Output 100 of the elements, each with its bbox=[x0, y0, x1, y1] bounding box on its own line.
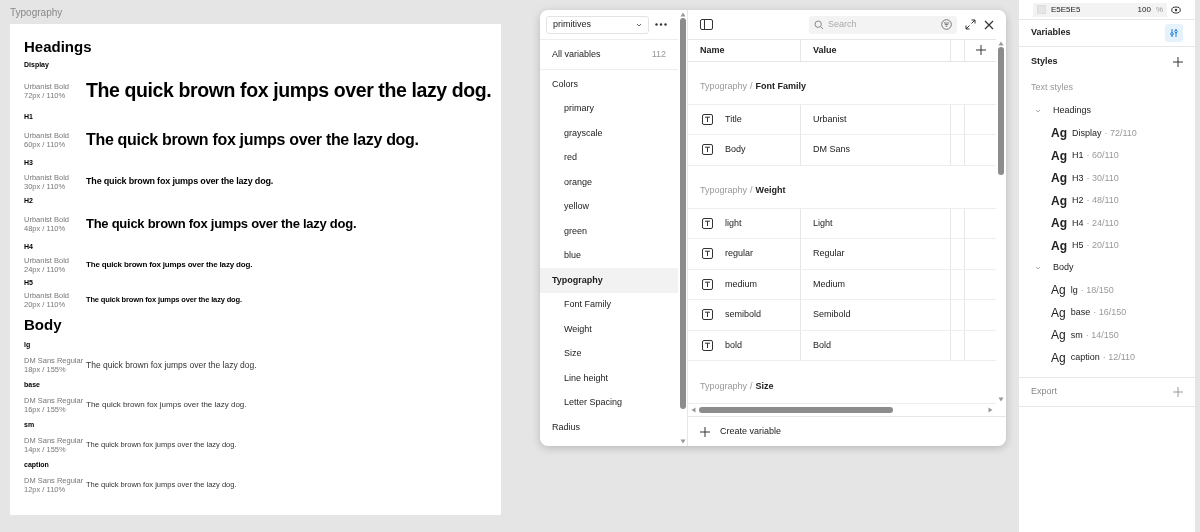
variable-value[interactable]: Regular bbox=[801, 239, 951, 269]
sample-text: The quick brown fox jumps over the lazy dog. bbox=[86, 130, 419, 150]
variable-name[interactable]: medium bbox=[725, 277, 757, 291]
subgroup-item[interactable]: Letter Spacing bbox=[540, 390, 678, 415]
text-style-item[interactable]: Ag base · 16/150 bbox=[1019, 301, 1195, 324]
section-title: Variables bbox=[1031, 26, 1071, 40]
style-spec: · 20/110 bbox=[1086, 239, 1119, 252]
subgroup-item[interactable]: yellow bbox=[540, 194, 678, 219]
add-column-icon[interactable] bbox=[975, 45, 986, 56]
subgroup-item[interactable]: blue bbox=[540, 243, 678, 268]
subgroup-item[interactable]: red bbox=[540, 145, 678, 170]
eye-icon[interactable] bbox=[1171, 5, 1181, 14]
text-variable-icon bbox=[702, 309, 713, 321]
scroll-down-icon[interactable] bbox=[998, 397, 1004, 402]
subgroup-item[interactable]: green bbox=[540, 219, 678, 244]
scrollbar-thumb[interactable] bbox=[679, 18, 686, 409]
variable-name[interactable]: semibold bbox=[725, 308, 762, 322]
style-spec: · 18/150 bbox=[1080, 283, 1114, 297]
subgroup-item[interactable]: primary bbox=[540, 96, 678, 121]
fill-field[interactable]: E5E5E5 100 % bbox=[1033, 2, 1167, 17]
search-field[interactable]: Search bbox=[809, 15, 957, 34]
text-style-item[interactable]: Ag H1 · 60/110 bbox=[1019, 144, 1195, 167]
section-title: Export bbox=[1031, 385, 1057, 399]
variable-name[interactable]: Title bbox=[725, 112, 742, 126]
text-style-item[interactable]: Ag H4 · 24/110 bbox=[1019, 212, 1195, 235]
variable-name[interactable]: Body bbox=[725, 143, 746, 157]
text-style-item[interactable]: Ag H2 · 48/110 bbox=[1019, 189, 1195, 212]
column-header: Name bbox=[688, 40, 801, 61]
group-name: Weight bbox=[755, 184, 786, 197]
chevron-icon bbox=[1035, 108, 1041, 114]
group-path: Typography bbox=[700, 184, 748, 197]
subgroup-item[interactable]: orange bbox=[540, 170, 678, 195]
variable-name[interactable]: light bbox=[725, 216, 742, 230]
plus-icon[interactable] bbox=[1173, 56, 1183, 67]
column-header: Value bbox=[801, 40, 951, 61]
subgroup-item[interactable]: Font Family bbox=[540, 292, 678, 317]
search-icon bbox=[814, 19, 824, 30]
search-input[interactable]: Search bbox=[828, 17, 937, 32]
scroll-down-icon[interactable] bbox=[679, 439, 686, 444]
text-style-item[interactable]: Ag H5 · 20/110 bbox=[1019, 234, 1195, 257]
scrollbar-thumb[interactable] bbox=[998, 47, 1004, 175]
caret-icon bbox=[636, 22, 642, 27]
all-variables-item[interactable]: All variables 112 bbox=[540, 40, 678, 70]
section-title: Styles bbox=[1031, 54, 1058, 68]
variable-name[interactable]: bold bbox=[725, 338, 742, 352]
scroll-left-icon[interactable] bbox=[691, 407, 696, 413]
subgroup-item[interactable]: Weight bbox=[540, 317, 678, 342]
style-spec: · 14/150 bbox=[1085, 328, 1119, 342]
style-glyph: Ag bbox=[1051, 349, 1066, 367]
group-name: Size bbox=[755, 379, 774, 393]
subgroup-item[interactable]: Size bbox=[540, 341, 678, 366]
subgroup-item[interactable]: grayscale bbox=[540, 121, 678, 146]
group-item[interactable]: Typography bbox=[540, 268, 678, 293]
variables-button[interactable] bbox=[1165, 24, 1183, 42]
scrollbar-thumb[interactable] bbox=[699, 407, 893, 413]
group-item[interactable]: Radius bbox=[540, 415, 678, 440]
fill-opacity: 100 bbox=[1137, 5, 1151, 14]
text-style-item[interactable]: Ag caption · 12/110 bbox=[1019, 346, 1195, 369]
style-group-toggle[interactable]: Headings bbox=[1019, 100, 1195, 122]
group-path: Typography bbox=[700, 379, 748, 393]
variable-value[interactable]: Medium bbox=[801, 269, 951, 299]
more-icon[interactable] bbox=[655, 23, 667, 26]
text-style-item[interactable]: Ag H3 · 30/110 bbox=[1019, 167, 1195, 190]
variable-value[interactable]: Semibold bbox=[801, 300, 951, 330]
style-spec: · 72/110 bbox=[1104, 126, 1137, 140]
path-separator: / bbox=[750, 80, 753, 93]
text-variable-icon bbox=[702, 113, 713, 125]
group-name: Font Family bbox=[755, 80, 807, 93]
subgroup-item[interactable]: Line height bbox=[540, 366, 678, 391]
variable-value[interactable]: Urbanist bbox=[801, 104, 951, 134]
expand-icon[interactable] bbox=[965, 19, 976, 30]
fill-hex: E5E5E5 bbox=[1051, 5, 1081, 14]
text-variable-icon bbox=[702, 144, 713, 156]
style-glyph: Ag bbox=[1051, 237, 1067, 255]
opacity-unit: % bbox=[1155, 5, 1163, 14]
group-path: Typography bbox=[700, 80, 748, 93]
variable-value[interactable]: Light bbox=[801, 208, 951, 238]
sidebar-toggle-icon[interactable] bbox=[700, 19, 713, 30]
text-style-item[interactable]: Ag sm · 14/150 bbox=[1019, 324, 1195, 347]
group-item[interactable]: Colors bbox=[540, 72, 678, 97]
variable-value[interactable]: DM Sans bbox=[801, 135, 951, 165]
create-variable-button[interactable]: Create variable bbox=[688, 416, 1006, 446]
style-spec: · 16/150 bbox=[1093, 306, 1127, 319]
style-glyph: Ag bbox=[1051, 327, 1066, 345]
style-glyph: Ag bbox=[1051, 304, 1066, 322]
text-style-item[interactable]: Ag Display · 72/110 bbox=[1019, 122, 1195, 145]
variable-name[interactable]: regular bbox=[725, 247, 753, 261]
text-variable-icon bbox=[702, 278, 713, 290]
path-separator: / bbox=[750, 379, 753, 393]
variable-value[interactable]: Bold bbox=[801, 330, 951, 360]
plus-icon bbox=[700, 426, 710, 437]
style-group-toggle[interactable]: Body bbox=[1019, 257, 1195, 279]
scroll-right-icon[interactable] bbox=[988, 407, 993, 413]
close-icon[interactable] bbox=[984, 19, 994, 30]
filter-icon[interactable] bbox=[941, 19, 952, 30]
style-spec: · 24/110 bbox=[1086, 216, 1119, 230]
sample-text: The quick brown fox jumps over the lazy dog. bbox=[86, 78, 492, 104]
collection-dropdown[interactable]: primitives bbox=[546, 15, 649, 34]
text-style-item[interactable]: Ag lg · 18/150 bbox=[1019, 279, 1195, 302]
sample-text: The quick brown fox jumps over the lazy dog. bbox=[86, 358, 257, 372]
